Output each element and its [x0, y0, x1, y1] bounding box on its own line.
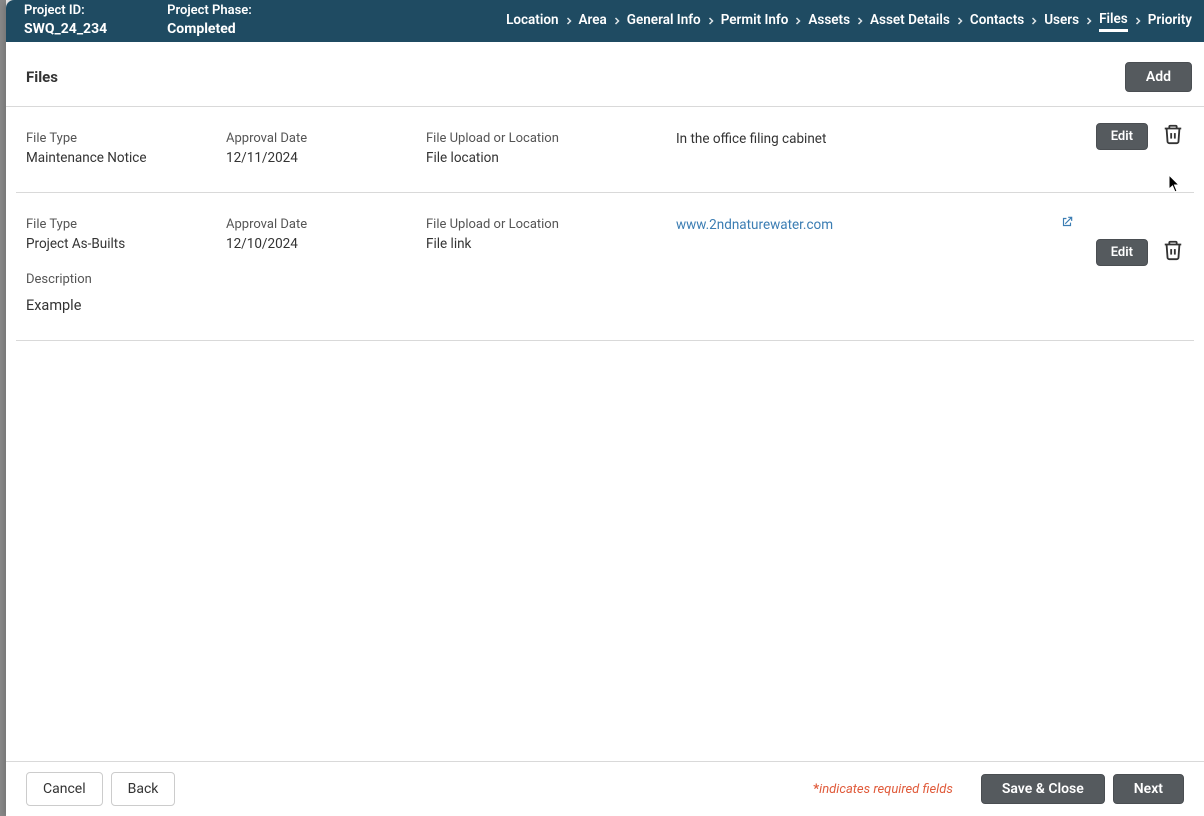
project-phase-value: Completed [167, 20, 252, 38]
chevron-right-icon [705, 15, 717, 27]
add-button[interactable]: Add [1125, 62, 1192, 92]
breadcrumb-item-asset-details[interactable]: Asset Details [870, 12, 950, 30]
breadcrumb-item-priority[interactable]: Priority [1148, 12, 1192, 30]
project-id-label: Project ID: [24, 3, 107, 20]
breadcrumb-item-area[interactable]: Area [579, 12, 607, 30]
external-link-icon[interactable] [1060, 215, 1074, 233]
breadcrumb-item-users[interactable]: Users [1044, 12, 1079, 30]
save-close-button[interactable]: Save & Close [981, 774, 1105, 804]
breadcrumb-item-general-info[interactable]: General Info [627, 12, 701, 30]
breadcrumb-item-permit-info[interactable]: Permit Info [721, 12, 789, 30]
edit-button[interactable]: Edit [1096, 123, 1148, 150]
approval-date-label: Approval Date [226, 131, 426, 146]
trash-icon [1162, 250, 1184, 265]
breadcrumb-item-files[interactable]: Files [1099, 11, 1128, 32]
delete-button[interactable] [1160, 237, 1186, 267]
chevron-right-icon [1083, 15, 1095, 27]
project-id-value: SWQ_24_234 [24, 20, 107, 38]
file-link[interactable]: www.2ndnaturewater.com [676, 217, 1194, 233]
footer: Cancel Back *indicates required fields S… [6, 761, 1204, 816]
required-fields-note: *indicates required fields [813, 782, 953, 797]
description-value: Example [26, 297, 1194, 314]
file-row: File Type Project As-Builts Approval Dat… [16, 193, 1194, 341]
breadcrumb-item-assets[interactable]: Assets [808, 12, 850, 30]
file-row: File Type Maintenance Notice Approval Da… [16, 107, 1194, 193]
project-info: Project ID: SWQ_24_234 Project Phase: Co… [24, 3, 252, 38]
chevron-right-icon [611, 15, 623, 27]
required-note-text: indicates required fields [819, 782, 953, 797]
approval-date-value: 12/10/2024 [226, 236, 426, 252]
chevron-right-icon [792, 15, 804, 27]
file-type-label: File Type [26, 217, 226, 232]
upload-kind-value: File link [426, 236, 676, 252]
edit-button[interactable]: Edit [1096, 239, 1148, 266]
project-phase-block: Project Phase: Completed [167, 3, 252, 38]
chevron-right-icon [563, 15, 575, 27]
chevron-right-icon [854, 15, 866, 27]
file-upload-location-label: File Upload or Location [426, 217, 676, 232]
file-type-value: Project As-Builts [26, 236, 226, 252]
chevron-right-icon [954, 15, 966, 27]
approval-date-label: Approval Date [226, 217, 426, 232]
delete-button[interactable] [1160, 121, 1186, 151]
description-label: Description [26, 272, 1194, 287]
row-actions: Edit [1096, 121, 1186, 151]
file-type-value: Maintenance Notice [26, 150, 226, 166]
cancel-button[interactable]: Cancel [26, 772, 103, 806]
project-phase-label: Project Phase: [167, 3, 252, 20]
trash-icon [1162, 134, 1184, 149]
topbar: Project ID: SWQ_24_234 Project Phase: Co… [6, 0, 1204, 42]
file-type-label: File Type [26, 131, 226, 146]
approval-date-value: 12/11/2024 [226, 150, 426, 166]
upload-kind-value: File location [426, 150, 676, 166]
page-title: Files [26, 68, 58, 86]
chevron-right-icon [1028, 15, 1040, 27]
breadcrumb: Location Area General Info Permit Info Asset… [506, 11, 1192, 32]
breadcrumb-item-location[interactable]: Location [506, 12, 558, 30]
breadcrumb-item-contacts[interactable]: Contacts [970, 12, 1024, 30]
project-modal: Project ID: SWQ_24_234 Project Phase: Co… [6, 0, 1204, 816]
back-button[interactable]: Back [111, 772, 176, 806]
section-header: Files Add [6, 42, 1204, 107]
description-block: Description Example [26, 272, 1194, 314]
files-list: File Type Maintenance Notice Approval Da… [6, 107, 1204, 341]
file-upload-location-label: File Upload or Location [426, 131, 676, 146]
chevron-right-icon [1132, 15, 1144, 27]
row-actions: Edit [1096, 237, 1186, 267]
project-id-block: Project ID: SWQ_24_234 [24, 3, 107, 38]
next-button[interactable]: Next [1113, 774, 1184, 804]
